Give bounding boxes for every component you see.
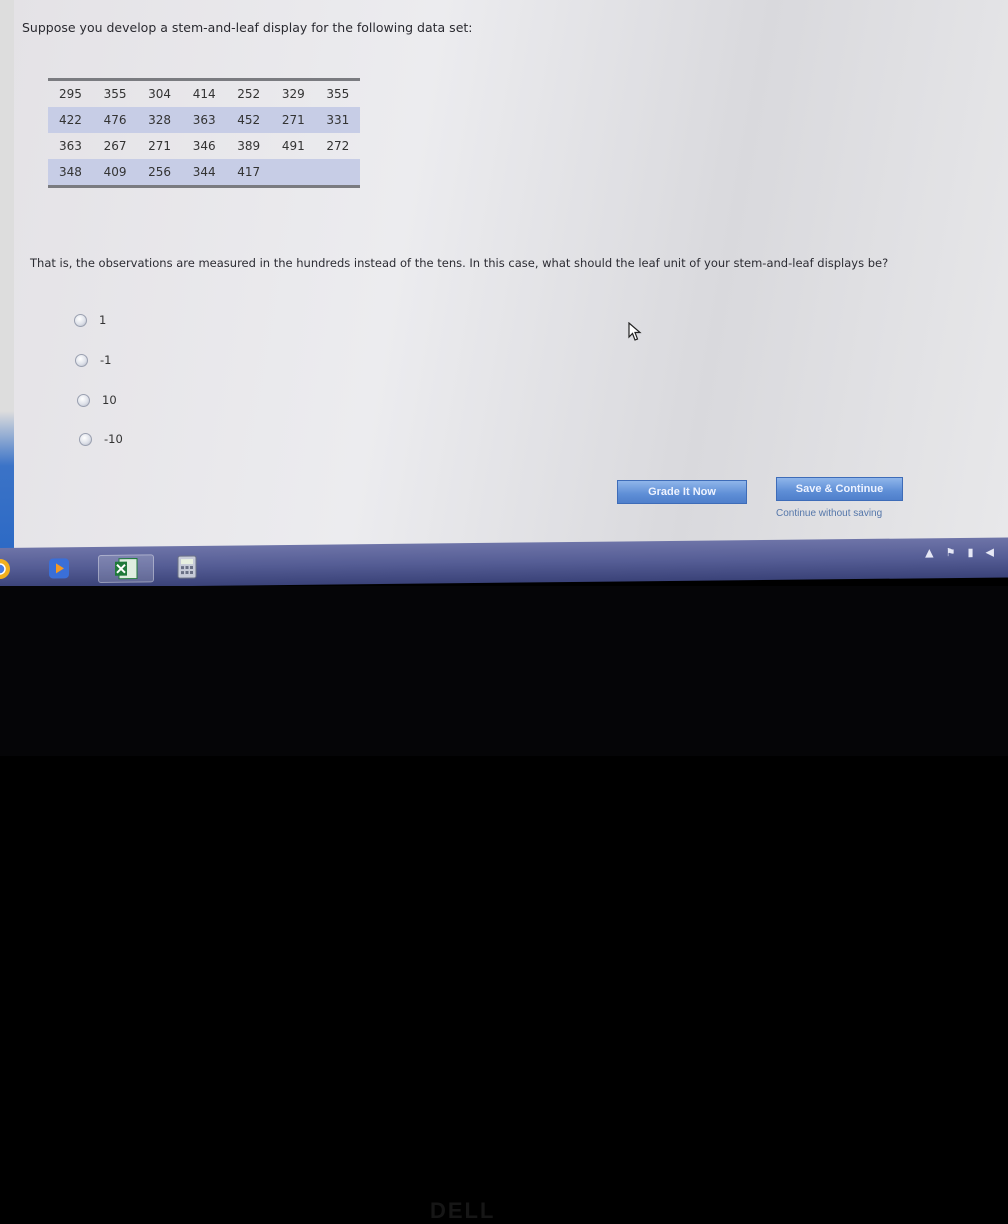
table-cell: 256 xyxy=(137,159,182,187)
table-cell: 363 xyxy=(59,139,82,153)
table-cell: 271 xyxy=(270,107,316,133)
browser-icon[interactable] xyxy=(0,556,14,582)
save-continue-button[interactable]: Save & Continue xyxy=(776,477,903,501)
table-cell: 344 xyxy=(181,159,227,187)
table-cell: 452 xyxy=(226,107,271,133)
option-1[interactable]: 1 xyxy=(74,313,106,327)
table-cell: 355 xyxy=(326,87,350,101)
show-hidden-icons-icon[interactable]: ▲ xyxy=(925,546,933,559)
battery-icon[interactable]: ▮ xyxy=(967,546,973,559)
system-tray: ▲ ⚑ ▮ ◀ xyxy=(925,546,994,560)
continue-without-saving-link[interactable]: Continue without saving xyxy=(776,508,882,519)
grade-it-now-button[interactable]: Grade It Now xyxy=(617,480,747,504)
table-row: 363 267 271 346 389 491 272 xyxy=(48,133,360,159)
table-cell: 348 xyxy=(48,159,93,187)
table-cell: 346 xyxy=(192,139,216,153)
radio-button[interactable] xyxy=(79,432,92,446)
radio-button[interactable] xyxy=(74,313,87,327)
table-row: 348 409 256 344 417 xyxy=(48,159,360,187)
volume-icon[interactable]: ◀ xyxy=(986,546,994,559)
table-cell: 409 xyxy=(92,159,138,187)
question-intro: Suppose you develop a stem-and-leaf disp… xyxy=(22,20,473,35)
table-row: 422 476 328 363 452 271 331 xyxy=(48,107,360,133)
table-cell xyxy=(270,159,316,187)
table-cell: 252 xyxy=(237,87,261,101)
option-label: 10 xyxy=(102,393,117,407)
media-player-icon[interactable] xyxy=(44,555,74,581)
table-cell: 272 xyxy=(326,139,350,153)
radio-button[interactable] xyxy=(77,393,90,407)
table-cell: 414 xyxy=(192,87,216,101)
window-edge xyxy=(0,0,14,548)
browser-page: Suppose you develop a stem-and-leaf disp… xyxy=(0,0,1008,548)
data-table: 295 355 304 414 252 329 355 422 476 328 363 452 271 3… xyxy=(48,78,360,188)
table-row: 295 355 304 414 252 329 355 xyxy=(48,80,360,108)
option-label: -10 xyxy=(104,432,123,446)
table-cell: 422 xyxy=(48,107,93,133)
action-center-flag-icon[interactable]: ⚑ xyxy=(946,546,956,559)
option-2[interactable]: -1 xyxy=(75,353,111,367)
table-cell: 331 xyxy=(315,107,360,133)
question-body: That is, the observations are measured i… xyxy=(30,256,889,270)
table-cell: 417 xyxy=(226,159,271,187)
table-cell: 355 xyxy=(103,87,127,101)
table-cell: 491 xyxy=(281,139,305,153)
table-cell xyxy=(315,159,360,187)
table-cell: 271 xyxy=(148,139,172,153)
table-cell: 295 xyxy=(59,87,82,101)
option-4[interactable]: -10 xyxy=(79,432,123,446)
mouse-cursor-icon xyxy=(628,321,642,346)
excel-icon[interactable] xyxy=(98,554,154,583)
option-label: 1 xyxy=(99,313,107,327)
calculator-icon[interactable] xyxy=(172,554,202,580)
option-label: -1 xyxy=(100,353,112,367)
table-cell: 304 xyxy=(148,87,172,101)
table-cell: 267 xyxy=(103,139,127,153)
radio-button[interactable] xyxy=(75,353,88,367)
option-3[interactable]: 10 xyxy=(77,393,117,407)
brand-logo: DELL xyxy=(430,1198,496,1223)
table-cell: 329 xyxy=(281,87,305,101)
table-cell: 476 xyxy=(92,107,138,133)
table-cell: 389 xyxy=(237,139,261,153)
laptop-bezel: DELL xyxy=(0,586,1008,1223)
table-cell: 328 xyxy=(137,107,182,133)
table-cell: 363 xyxy=(181,107,227,133)
